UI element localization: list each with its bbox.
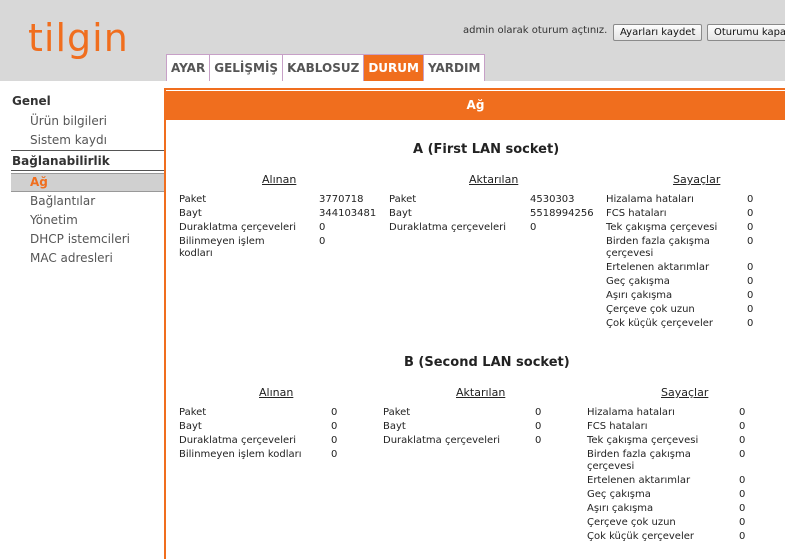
main-tabs: AYAR GELİŞMİŞ KABLOSUZ DURUM YARDIM: [166, 54, 486, 81]
stat-value: 5518994256: [530, 208, 594, 219]
counter-label: Çerçeve çok uzun: [606, 304, 695, 315]
stat-label: Duraklatma çerçeveleri: [389, 222, 507, 233]
stat-value: 0: [331, 449, 338, 460]
page-title: Ağ: [166, 91, 785, 120]
stat-value: 0: [535, 407, 542, 418]
header-bar: tilgin admin olarak oturum açtınız. Ayar…: [0, 0, 785, 81]
counter-value: 0: [739, 421, 746, 432]
sidebar-item-mac-addresses[interactable]: MAC adresleri: [0, 249, 164, 268]
counter-label: FCS hataları: [587, 421, 648, 432]
counter-label: Birden fazla çakışma çerçevesi: [587, 449, 691, 472]
section-a-counters-head: Sayaçlar: [673, 173, 721, 186]
counter-label: Birden fazla çakışma çerçevesi: [606, 236, 710, 259]
counter-value: 0: [739, 503, 746, 514]
section-b-title: B (Second LAN socket): [404, 355, 570, 370]
login-status: admin olarak oturum açtınız.: [463, 25, 608, 36]
stat-value: 3770718: [319, 194, 364, 205]
section-a-title: A (First LAN socket): [413, 142, 560, 157]
stat-label: Bayt: [179, 421, 202, 432]
stat-label: Bayt: [389, 208, 412, 219]
stat-value: 0: [331, 407, 338, 418]
stat-label: Bayt: [179, 208, 202, 219]
sidebar-item-system-log[interactable]: Sistem kaydı: [0, 131, 164, 150]
stat-label: Bilinmeyen işlem kodları: [179, 449, 302, 460]
stat-label: Duraklatma çerçeveleri: [179, 435, 297, 446]
sidebar-item-dhcp-clients[interactable]: DHCP istemcileri: [0, 230, 164, 249]
counter-label: Hizalama hataları: [587, 407, 675, 418]
counter-value: 0: [739, 517, 746, 528]
counter-label: Geç çakışma: [606, 276, 670, 287]
stat-value: 0: [319, 236, 326, 247]
section-b-sent-head: Aktarılan: [456, 386, 506, 399]
counter-label: FCS hataları: [606, 208, 667, 219]
stat-value: 0: [535, 435, 542, 446]
sidebar-section-connectivity: Bağlanabilirlik: [12, 154, 110, 168]
stat-label: Bilinmeyen işlem kodları: [179, 236, 265, 259]
stat-value: 0: [319, 222, 326, 233]
section-b-received-head: Alınan: [259, 386, 294, 399]
counter-label: Çok küçük çerçeveler: [606, 318, 714, 329]
counter-label: Ertelenen aktarımlar: [606, 262, 710, 273]
section-a-received-head: Alınan: [262, 173, 297, 186]
counter-value: 0: [747, 304, 754, 315]
counter-value: 0: [747, 194, 754, 205]
counter-label: Çerçeve çok uzun: [587, 517, 676, 528]
tab-kablosuz[interactable]: KABLOSUZ: [282, 54, 364, 81]
counter-value: 0: [747, 222, 754, 233]
stat-value: 344103481: [319, 208, 377, 219]
sidebar-item-product-info[interactable]: Ürün bilgileri: [0, 112, 164, 131]
stat-label: Paket: [179, 194, 207, 205]
counter-label: Aşırı çakışma: [606, 290, 673, 301]
sidebar-section-general: Genel: [12, 94, 51, 108]
tab-durum[interactable]: DURUM: [363, 54, 423, 81]
stat-value: 0: [530, 222, 537, 233]
stat-label: Paket: [179, 407, 207, 418]
counter-value: 0: [747, 262, 754, 273]
stat-value: 0: [331, 435, 338, 446]
counter-value: 0: [739, 449, 746, 460]
counter-label: Çok küçük çerçeveler: [587, 531, 695, 542]
counter-value: 0: [739, 435, 746, 446]
content-divider: [164, 88, 166, 559]
counter-value: 0: [739, 489, 746, 500]
content-top-line: [166, 88, 785, 90]
counter-value: 0: [747, 208, 754, 219]
counter-label: Hizalama hataları: [606, 194, 694, 205]
counter-value: 0: [739, 475, 746, 486]
counter-value: 0: [747, 290, 754, 301]
stat-label: Paket: [389, 194, 417, 205]
counter-label: Aşırı çakışma: [587, 503, 654, 514]
stat-value: 0: [331, 421, 338, 432]
logout-button[interactable]: Oturumu kapat: [707, 24, 785, 41]
tab-yardim[interactable]: YARDIM: [422, 54, 486, 81]
sidebar-item-connections[interactable]: Bağlantılar: [0, 192, 164, 211]
stat-value: 4530303: [530, 194, 575, 205]
tab-ayar[interactable]: AYAR: [166, 54, 210, 81]
counter-value: 0: [747, 318, 754, 329]
counter-label: Tek çakışma çerçevesi: [587, 435, 699, 446]
counter-value: 0: [739, 407, 746, 418]
section-a-sent-head: Aktarılan: [469, 173, 519, 186]
section-b-counters-head: Sayaçlar: [661, 386, 709, 399]
save-settings-button[interactable]: Ayarları kaydet: [613, 24, 703, 41]
counter-value: 0: [747, 236, 754, 247]
sidebar-item-network[interactable]: Ağ: [11, 173, 164, 192]
sidebar-item-management[interactable]: Yönetim: [0, 211, 164, 230]
counter-value: 0: [739, 531, 746, 542]
stat-label: Bayt: [383, 421, 406, 432]
counter-label: Tek çakışma çerçevesi: [606, 222, 718, 233]
stat-label: Duraklatma çerçeveleri: [383, 435, 501, 446]
stat-value: 0: [535, 421, 542, 432]
sidebar: Genel Ürün bilgileri Sistem kaydı Bağlan…: [0, 88, 164, 268]
counter-label: Geç çakışma: [587, 489, 651, 500]
tilgin-logo: tilgin: [28, 16, 129, 60]
counter-value: 0: [747, 276, 754, 287]
stat-label: Paket: [383, 407, 411, 418]
counter-label: Ertelenen aktarımlar: [587, 475, 691, 486]
tab-gelismis[interactable]: GELİŞMİŞ: [209, 54, 283, 81]
stat-label: Duraklatma çerçeveleri: [179, 222, 297, 233]
